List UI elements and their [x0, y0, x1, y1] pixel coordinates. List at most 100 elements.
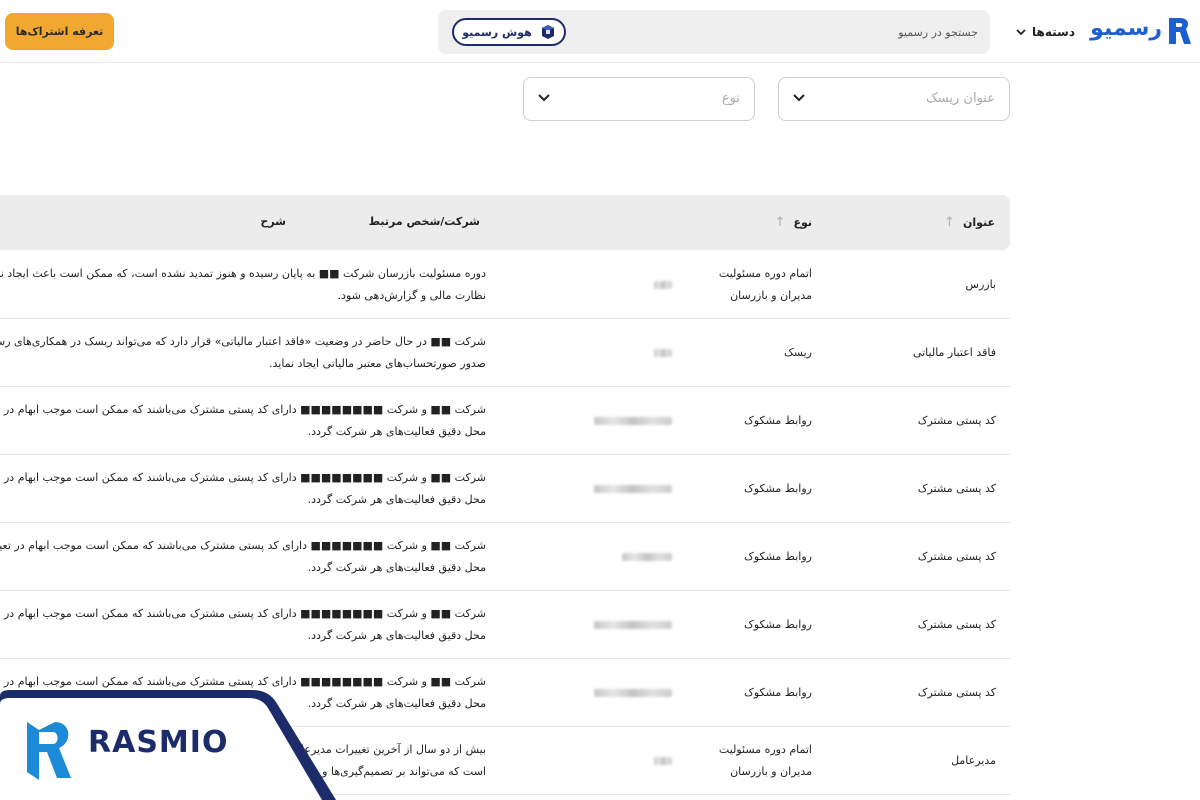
- description-line: محل دقیق فعالیت‌های هر شرکت گردد.: [307, 493, 486, 506]
- risk-type-cell: روابط مشکوک: [692, 682, 812, 704]
- risk-type-line: مدیران و بازرسان: [730, 289, 812, 302]
- column-header-company: شرکت/شخص مرتبط: [369, 215, 480, 228]
- column-company-label: شرکت/شخص مرتبط: [368, 215, 480, 228]
- risk-type-cell: روابط مشکوک: [692, 546, 812, 568]
- risk-description-cell: شرکت ■■ و شرکت ■■■■■■■■ دارای کد پستی مش…: [0, 603, 486, 647]
- risk-title-select[interactable]: عنوان ریسک: [778, 77, 1010, 121]
- column-header-title[interactable]: عنوان ↑: [944, 215, 995, 230]
- risk-description-cell: شرکت ■■ در حال حاضر در وضعیت «فاقد اعتبا…: [0, 331, 486, 375]
- description-line: صدور صورتحساب‌های معتبر مالیاتی ایجاد نم…: [269, 357, 486, 370]
- search-input[interactable]: [578, 22, 978, 42]
- risk-description-cell: شرکت ■■ و شرکت ■■■■■■■■ دارای کد پستی مش…: [0, 399, 486, 443]
- categories-label: دسته‌ها: [1032, 25, 1075, 39]
- type-select[interactable]: نوع: [523, 77, 755, 121]
- related-company-cell[interactable]: [542, 478, 672, 500]
- rasmio-ai-button[interactable]: هوش رسمیو: [452, 18, 566, 46]
- watermark-text: RASMIO: [88, 725, 229, 760]
- top-navbar: رسمیو دسته‌ها هوش رسمیو تعرفه اشتراک‌ها: [0, 0, 1200, 63]
- chevron-down-icon: [1016, 28, 1026, 35]
- risk-type-line: ریسک: [783, 346, 812, 359]
- risk-type-cell: روابط مشکوک: [692, 410, 812, 432]
- column-description-label: شرح: [260, 215, 286, 228]
- search-bar: هوش رسمیو: [438, 10, 990, 54]
- related-company-cell[interactable]: [542, 342, 672, 364]
- watermark-logo-icon: [27, 722, 71, 780]
- risk-title-cell: فاقد اعتبار مالیاتی: [912, 346, 996, 359]
- risk-type-line: روابط مشکوک: [744, 550, 812, 563]
- risk-title-cell: کد پستی مشترک: [917, 550, 996, 563]
- table-row[interactable]: بازرس اتمام دوره مسئولیت مدیران و بازرسان د…: [0, 251, 1010, 319]
- chevron-down-icon: [793, 94, 805, 102]
- column-header-description: شرح: [260, 215, 286, 228]
- risk-type-cell: ریسک: [692, 342, 812, 364]
- site-logo[interactable]: رسمیو: [1080, 14, 1192, 50]
- logo-mark-icon: [1169, 18, 1191, 44]
- description-line: محل دقیق فعالیت‌های هر شرکت گردد.: [307, 629, 486, 642]
- redacted-company-name: [594, 621, 672, 629]
- categories-menu[interactable]: دسته‌ها: [1016, 22, 1075, 42]
- risk-title-cell: کد پستی مشترک: [917, 482, 996, 495]
- risk-description-cell: شرکت ■■ و شرکت ■■■■■■■■ دارای کد پستی مش…: [0, 467, 486, 511]
- pricing-button[interactable]: تعرفه اشتراک‌ها: [5, 13, 114, 50]
- table-row[interactable]: فاقد اعتبار مالیاتی ریسک شرکت ■■ در حال حا…: [0, 319, 1010, 387]
- risk-type-cell: اتمام دوره مسئولیت مدیران و بازرسان: [692, 739, 812, 783]
- risk-type-line: روابط مشکوک: [744, 414, 812, 427]
- column-type-label: نوع: [793, 216, 812, 229]
- related-company-cell[interactable]: [542, 410, 672, 432]
- rasmio-watermark: RASMIO: [0, 688, 340, 800]
- cube-icon: [541, 25, 554, 39]
- risk-type-line: روابط مشکوک: [744, 618, 812, 631]
- sort-arrow-icon[interactable]: ↑: [775, 215, 786, 230]
- risk-title-cell: کد پستی مشترک: [917, 414, 996, 427]
- description-line: محل دقیق فعالیت‌های هر شرکت گردد.: [307, 561, 486, 574]
- redacted-company-name: [654, 281, 672, 289]
- table-row[interactable]: کد پستی مشترک روابط مشکوک شرکت ■■ و شرکت ■…: [0, 523, 1010, 591]
- risk-description-cell: دوره مسئولیت بازرسان شرکت ■■ به پایان رس…: [0, 263, 486, 307]
- related-company-cell[interactable]: [542, 546, 672, 568]
- risk-title-placeholder: عنوان ریسک: [926, 91, 995, 106]
- table-row[interactable]: کد پستی مشترک روابط مشکوک شرکت ■■ و شرکت ■…: [0, 387, 1010, 455]
- chevron-down-icon: [538, 94, 550, 102]
- description-line: شرکت ■■ و شرکت ■■■■■■■■ دارای کد پستی مش…: [0, 403, 486, 416]
- risk-type-line: روابط مشکوک: [744, 482, 812, 495]
- ai-button-label: هوش رسمیو: [462, 25, 532, 39]
- related-company-cell[interactable]: [542, 682, 672, 704]
- redacted-company-name: [622, 553, 672, 561]
- risk-type-line: روابط مشکوک: [744, 686, 812, 699]
- sort-arrow-icon[interactable]: ↑: [944, 215, 955, 230]
- column-header-type[interactable]: نوع ↑: [775, 215, 812, 230]
- page: رسمیو دسته‌ها هوش رسمیو تعرفه اشتراک‌ها …: [0, 0, 1200, 800]
- description-line: شرکت ■■ و شرکت ■■■■■■■ دارای کد پستی مشت…: [0, 539, 486, 552]
- redacted-company-name: [654, 757, 672, 765]
- risk-type-cell: اتمام دوره مسئولیت مدیران و بازرسان: [692, 263, 812, 307]
- risk-type-line: اتمام دوره مسئولیت: [718, 743, 812, 756]
- type-placeholder: نوع: [721, 91, 740, 106]
- description-line: شرکت ■■ و شرکت ■■■■■■■■ دارای کد پستی مش…: [0, 471, 486, 484]
- risk-title-cell: کد پستی مشترک: [917, 686, 996, 699]
- description-line: شرکت ■■ و شرکت ■■■■■■■■ دارای کد پستی مش…: [0, 607, 486, 620]
- risk-type-line: مدیران و بازرسان: [730, 765, 812, 778]
- redacted-company-name: [594, 689, 672, 697]
- risk-description-cell: شرکت ■■ و شرکت ■■■■■■■ دارای کد پستی مشت…: [0, 535, 486, 579]
- column-title-label: عنوان: [962, 216, 995, 229]
- risk-title-cell: مدیرعامل: [951, 754, 996, 767]
- table-row[interactable]: کد پستی مشترک روابط مشکوک شرکت ■■ و شرکت ■…: [0, 591, 1010, 659]
- risk-type-cell: روابط مشکوک: [692, 614, 812, 636]
- redacted-company-name: [654, 349, 672, 357]
- related-company-cell[interactable]: [542, 274, 672, 296]
- table-header: عنوان ↑ نوع ↑ شرکت/شخص مرتبط شرح: [0, 195, 1010, 250]
- description-line: نظارت مالی و گزارش‌دهی شود.: [337, 289, 486, 302]
- description-line: دوره مسئولیت بازرسان شرکت ■■ به پایان رس…: [0, 267, 486, 280]
- logo-text: رسمیو: [1090, 16, 1162, 41]
- description-line: محل دقیق فعالیت‌های هر شرکت گردد.: [307, 425, 486, 438]
- related-company-cell[interactable]: [542, 614, 672, 636]
- risk-type-cell: روابط مشکوک: [692, 478, 812, 500]
- risk-title-cell: کد پستی مشترک: [917, 618, 996, 631]
- related-company-cell[interactable]: [542, 750, 672, 772]
- redacted-company-name: [594, 485, 672, 493]
- risk-title-cell: بازرس: [965, 278, 996, 291]
- table-row[interactable]: کد پستی مشترک روابط مشکوک شرکت ■■ و شرکت ■…: [0, 455, 1010, 523]
- risk-type-line: اتمام دوره مسئولیت: [718, 267, 812, 280]
- description-line: شرکت ■■ در حال حاضر در وضعیت «فاقد اعتبا…: [0, 335, 486, 348]
- redacted-company-name: [594, 417, 672, 425]
